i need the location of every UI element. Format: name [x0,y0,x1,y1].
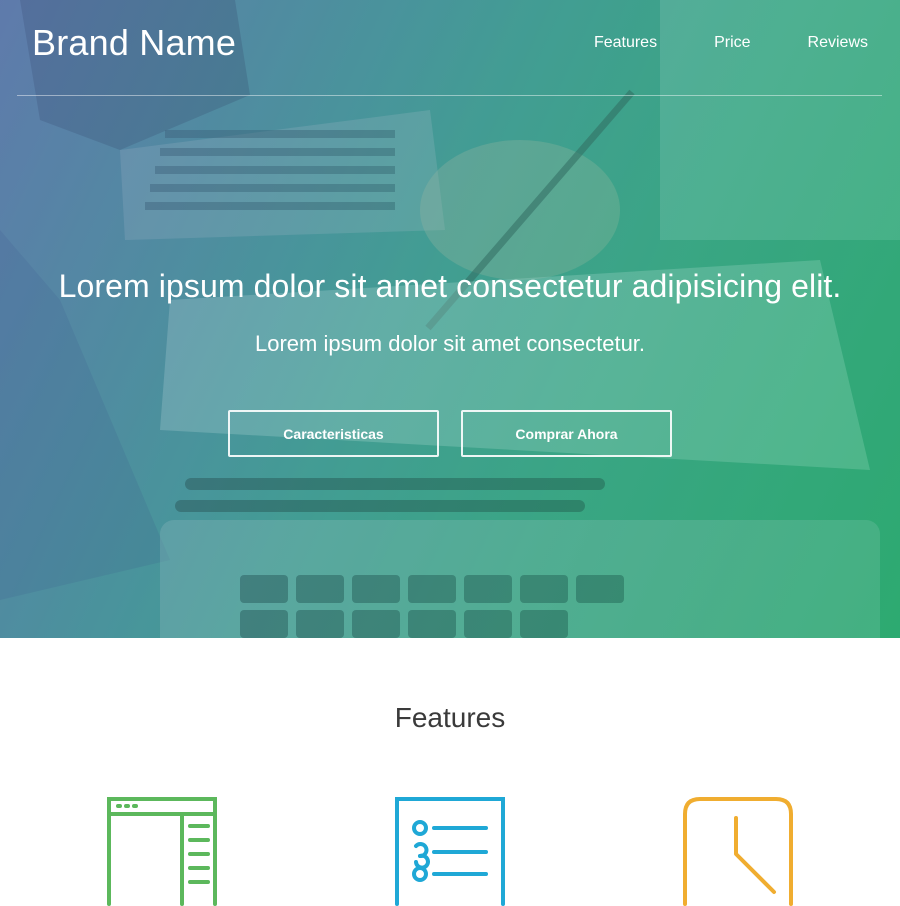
nav-links: Features Price Reviews [594,34,868,52]
nav-link-reviews[interactable]: Reviews [808,34,868,52]
navbar: Brand Name Features Price Reviews [0,0,900,96]
browser-layout-icon [107,797,217,906]
brand-name[interactable]: Brand Name [32,22,236,64]
hero-content: Lorem ipsum dolor sit amet consectetur a… [0,268,900,357]
hero-buttons: Caracteristicas Comprar Ahora [0,410,900,457]
comprar-ahora-button[interactable]: Comprar Ahora [461,410,672,457]
nav-link-price[interactable]: Price [714,34,750,52]
hero-section: Brand Name Features Price Reviews Lorem … [0,0,900,638]
hero-subtitle: Lorem ipsum dolor sit amet consectetur. [254,331,646,356]
features-title: Features [394,702,506,733]
nav-divider [17,95,882,96]
checklist-icon [395,797,505,906]
clock-icon [683,797,793,906]
caracteristicas-button[interactable]: Caracteristicas [228,410,439,457]
features-section: Features [0,638,900,906]
hero-title: Lorem ipsum dolor sit amet consectetur a… [58,268,842,304]
nav-link-features[interactable]: Features [594,34,657,52]
